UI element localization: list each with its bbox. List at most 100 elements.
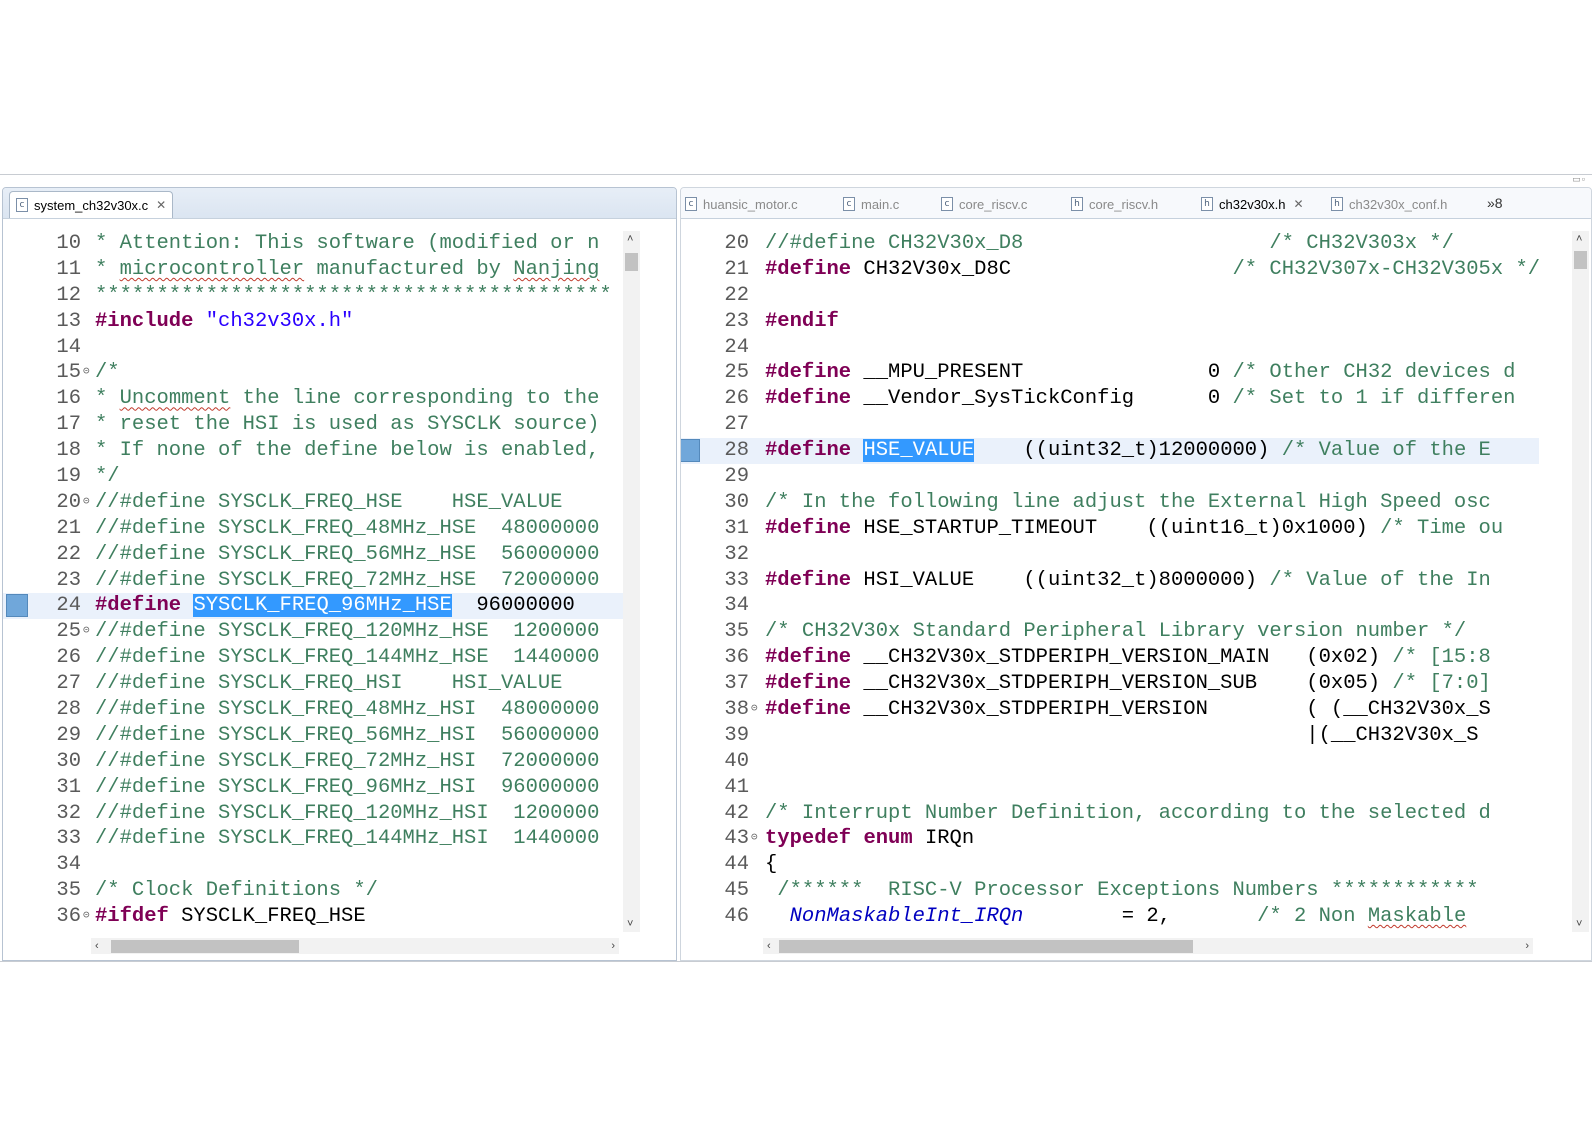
fold-toggle-icon[interactable]: ⊝ (83, 619, 90, 645)
code-line[interactable]: 32 //#define SYSCLK_FREQ_120MHz_HSI 12000… (3, 801, 631, 827)
tab-ch32v30x-conf-h[interactable]: h ch32v30x_conf.h (1331, 191, 1447, 217)
code-line[interactable]: 41 (681, 775, 1539, 801)
fold-toggle-icon[interactable]: ⊝ (83, 904, 90, 930)
code-line[interactable]: 37 #define __CH32V30x_STDPERIPH_VERSION_S… (681, 671, 1539, 697)
code-line[interactable]: 31 //#define SYSCLK_FREQ_96MHz_HSI 960000… (3, 775, 631, 801)
code-editor-left[interactable]: 10 * Attention: This software (modified o… (3, 231, 631, 932)
code-line[interactable]: 30 /* In the following line adjust the Ex… (681, 490, 1539, 516)
code-line[interactable]: 20 ⊝//#define SYSCLK_FREQ_HSE HSE_VALUE (3, 490, 631, 516)
fold-toggle-icon[interactable]: ⊝ (83, 490, 90, 516)
scroll-up-icon[interactable]: ˄ (627, 233, 633, 245)
tab-main-c[interactable]: c main.c (843, 191, 899, 217)
code-line[interactable]: 45 /****** RISC-V Processor Exceptions N… (681, 878, 1539, 904)
code-line[interactable]: 29 (681, 464, 1539, 490)
code-line[interactable]: 12 **************************************… (3, 283, 631, 309)
code-line[interactable]: 33 #define HSI_VALUE ((uint32_t)8000000) … (681, 568, 1539, 594)
code-line[interactable]: 29 //#define SYSCLK_FREQ_56MHz_HSI 560000… (3, 723, 631, 749)
fold-toggle-icon[interactable]: ⊝ (751, 697, 758, 723)
code-line[interactable]: 22 (681, 283, 1539, 309)
code-line[interactable]: 42 /* Interrupt Number Definition, accord… (681, 801, 1539, 827)
code-line[interactable]: 35 /* Clock Definitions */ (3, 878, 631, 904)
code-line[interactable]: 13 #include "ch32v30x.h" (3, 309, 631, 335)
scroll-down-icon[interactable]: ˅ (1576, 918, 1582, 930)
code-line[interactable]: 15 ⊝/* (3, 360, 631, 386)
code-token: #define (95, 594, 182, 618)
code-token: #include (95, 309, 194, 333)
code-line[interactable]: 38 ⊝ #define __CH32V30x_STDPERIPH_VERSION … (681, 697, 1539, 723)
code-line[interactable]: 35 /* CH32V30x Standard Peripheral Librar… (681, 619, 1539, 645)
code-line[interactable]: 25 #define __MPU_PRESENT 0 /* Other CH32 … (681, 360, 1539, 386)
code-line[interactable]: 37 uint32_t SystemCoreClock = SYSCLK (3, 930, 631, 932)
code-text: #define HSE_STARTUP_TIMEOUT ((uint16_t)0… (765, 516, 1503, 542)
code-line[interactable]: 19 */ (3, 464, 631, 490)
code-line[interactable]: 33 //#define SYSCLK_FREQ_144MHz_HSI 14400… (3, 826, 631, 852)
code-line[interactable]: 24 (681, 335, 1539, 361)
code-line[interactable]: 40 (681, 749, 1539, 775)
code-line[interactable]: 47 EXC_IRQn = 3, /* 3 Exception Int (681, 930, 1539, 932)
horizontal-scrollbar-left[interactable]: ‹ › (91, 938, 619, 954)
code-line[interactable]: 11 * microcontroller manufactured by Nanj… (3, 257, 631, 283)
code-line[interactable]: 16 * Uncomment the line corresponding to … (3, 386, 631, 412)
minimize-maximize-icon[interactable]: ▭▫ (1572, 174, 1586, 185)
code-line[interactable]: 27 //#define SYSCLK_FREQ_HSI HSI_VALUE (3, 671, 631, 697)
line-number: 43 (724, 827, 749, 851)
code-line[interactable]: 36 ⊝ #ifdef SYSCLK_FREQ_HSE (3, 904, 631, 930)
code-line[interactable]: 20 //#define CH32V30x_D8 /* CH32V303x */ (681, 231, 1539, 257)
code-line[interactable]: 25 ⊝//#define SYSCLK_FREQ_120MHz_HSE 1200… (3, 619, 631, 645)
code-line[interactable]: 36 #define __CH32V30x_STDPERIPH_VERSION_M… (681, 645, 1539, 671)
code-text: //#define SYSCLK_FREQ_96MHz_HSI 96000000 (95, 775, 599, 801)
code-line[interactable]: 23 //#define SYSCLK_FREQ_72MHz_HSE 720000… (3, 568, 631, 594)
code-line[interactable]: 17 * reset the HSI is used as SYSCLK sour… (3, 412, 631, 438)
line-number: 21 (724, 257, 749, 281)
code-line[interactable]: 30 //#define SYSCLK_FREQ_72MHz_HSI 720000… (3, 749, 631, 775)
code-line[interactable]: 22 //#define SYSCLK_FREQ_56MHz_HSE 560000… (3, 542, 631, 568)
code-line[interactable]: 34 (3, 852, 631, 878)
code-line[interactable]: 26 #define __Vendor_SysTickConfig 0 /* Se… (681, 386, 1539, 412)
code-line[interactable]: 39 |(__CH32V30x_S (681, 723, 1539, 749)
code-token: the line corresponding to the (230, 387, 600, 411)
horizontal-scrollbar-right[interactable]: ‹ › (763, 938, 1533, 954)
code-line[interactable]: 46 NonMaskableInt_IRQn = 2, /* 2 Non Mas… (681, 904, 1539, 930)
scroll-right-icon[interactable]: › (611, 940, 615, 952)
scroll-right-icon[interactable]: › (1525, 940, 1529, 952)
scroll-thumb[interactable] (779, 940, 1193, 953)
vertical-scrollbar-left[interactable]: ˄ ˅ (623, 231, 640, 932)
fold-toggle-icon[interactable]: ⊝ (751, 826, 758, 852)
tab-huansic-motor-c[interactable]: c huansic_motor.c (685, 191, 798, 217)
close-icon[interactable]: ✕ (156, 198, 166, 212)
code-line[interactable]: 34 (681, 593, 1539, 619)
scroll-thumb[interactable] (625, 253, 638, 271)
scroll-left-icon[interactable]: ‹ (767, 940, 771, 952)
scroll-up-icon[interactable]: ˄ (1576, 233, 1582, 245)
code-line[interactable]: 14 (3, 335, 631, 361)
scroll-thumb[interactable] (1574, 251, 1587, 269)
tab-overflow-icon[interactable]: »8 (1487, 195, 1503, 211)
scroll-left-icon[interactable]: ‹ (95, 940, 99, 952)
code-line[interactable]: 26 //#define SYSCLK_FREQ_144MHz_HSE 14400… (3, 645, 631, 671)
scroll-down-icon[interactable]: ˅ (627, 918, 633, 930)
code-line[interactable]: 27 (681, 412, 1539, 438)
code-line[interactable]: 23 #endif (681, 309, 1539, 335)
scroll-thumb[interactable] (111, 940, 299, 953)
fold-toggle-icon[interactable]: ⊝ (83, 360, 90, 386)
code-line[interactable]: 28 #define HSE_VALUE ((uint32_t)12000000)… (681, 438, 1539, 465)
code-line[interactable]: 31 #define HSE_STARTUP_TIMEOUT ((uint16_t… (681, 516, 1539, 542)
close-icon[interactable]: ✕ (1294, 197, 1304, 211)
code-line[interactable]: 28 //#define SYSCLK_FREQ_48MHz_HSI 480000… (3, 697, 631, 723)
code-text: #define SYSCLK_FREQ_96MHz_HSE 96000000 (95, 593, 575, 619)
code-line[interactable]: 43 ⊝ typedef enum IRQn (681, 826, 1539, 852)
code-line[interactable]: 18 * If none of the define below is enabl… (3, 438, 631, 464)
code-line[interactable]: 10 * Attention: This software (modified o… (3, 231, 631, 257)
code-line[interactable]: 32 (681, 542, 1539, 568)
tab-core-riscv-h[interactable]: h core_riscv.h (1071, 191, 1158, 217)
code-text: EXC_IRQn = 3, /* 3 Exception Int (765, 930, 1479, 932)
code-line[interactable]: 21 #define CH32V30x_D8C /* CH32V307x-CH32… (681, 257, 1539, 283)
code-line[interactable]: 44 { (681, 852, 1539, 878)
vertical-scrollbar-right[interactable]: ˄ ˅ (1572, 231, 1589, 932)
code-editor-right[interactable]: 20//#define CH32V30x_D8 /* CH32V303x */2… (681, 231, 1539, 932)
code-line[interactable]: 24 #define SYSCLK_FREQ_96MHz_HSE 96000000 (3, 593, 631, 620)
tab-core-riscv-c[interactable]: c core_riscv.c (941, 191, 1027, 217)
tab-ch32v30x-h[interactable]: h ch32v30x.h ✕ (1201, 191, 1304, 217)
tab-system-ch32v30x-c[interactable]: c system_ch32v30x.c ✕ (9, 191, 174, 218)
code-line[interactable]: 21 //#define SYSCLK_FREQ_48MHz_HSE 480000… (3, 516, 631, 542)
